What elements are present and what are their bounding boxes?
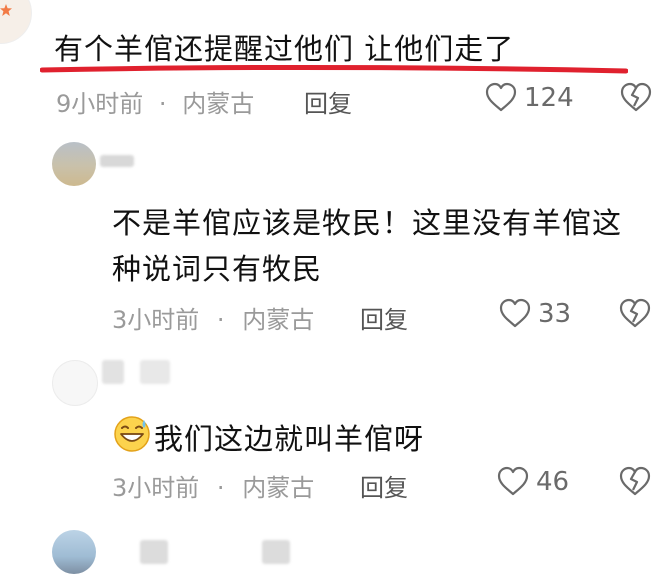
reply-button[interactable]: 回复	[304, 84, 352, 119]
username-suffix	[140, 360, 170, 384]
comment-meta: 3小时前 · 内蒙古	[112, 300, 314, 335]
username[interactable]	[140, 540, 168, 564]
broken-heart-icon[interactable]	[618, 298, 652, 328]
red-underline-annotation	[40, 62, 628, 76]
username-suffix	[262, 540, 290, 564]
comment-text-line-2: 种说词只有牧民	[112, 252, 323, 286]
username[interactable]	[102, 360, 124, 384]
heart-outline-icon[interactable]	[496, 466, 530, 496]
comment-meta: 9小时前 · 内蒙古	[56, 84, 254, 119]
grinning-sweat-emoji-icon	[112, 414, 152, 454]
avatar[interactable]	[52, 360, 98, 406]
comment-location: 内蒙古	[182, 90, 255, 118]
username[interactable]	[100, 155, 134, 167]
separator: ·	[216, 474, 225, 502]
broken-heart-icon[interactable]	[619, 82, 653, 112]
comment-text-line-1: 不是羊倌应该是牧民！这里没有羊倌这	[112, 206, 623, 240]
separator: ·	[216, 306, 225, 334]
avatar[interactable]	[52, 530, 96, 574]
heart-outline-icon[interactable]	[498, 298, 532, 328]
separator: ·	[158, 90, 167, 118]
comment-time: 3小时前	[112, 474, 200, 502]
reply-button[interactable]: 回复	[360, 300, 408, 335]
comment-location: 内蒙古	[242, 306, 315, 334]
heart-outline-icon[interactable]	[484, 82, 518, 112]
comment-time: 3小时前	[112, 306, 200, 334]
comment-text: 我们这边就叫羊倌呀	[154, 422, 425, 456]
like-count: 124	[524, 83, 574, 113]
avatar[interactable]	[52, 142, 96, 186]
comment-meta: 3小时前 · 内蒙古	[112, 468, 314, 503]
like-count: 33	[538, 299, 572, 329]
comment-location: 内蒙古	[242, 474, 315, 502]
comment-time: 9小时前	[56, 90, 144, 118]
like-count: 46	[536, 467, 570, 497]
reply-button[interactable]: 回复	[360, 468, 408, 503]
star-badge-icon	[0, 4, 12, 16]
broken-heart-icon[interactable]	[618, 466, 652, 496]
